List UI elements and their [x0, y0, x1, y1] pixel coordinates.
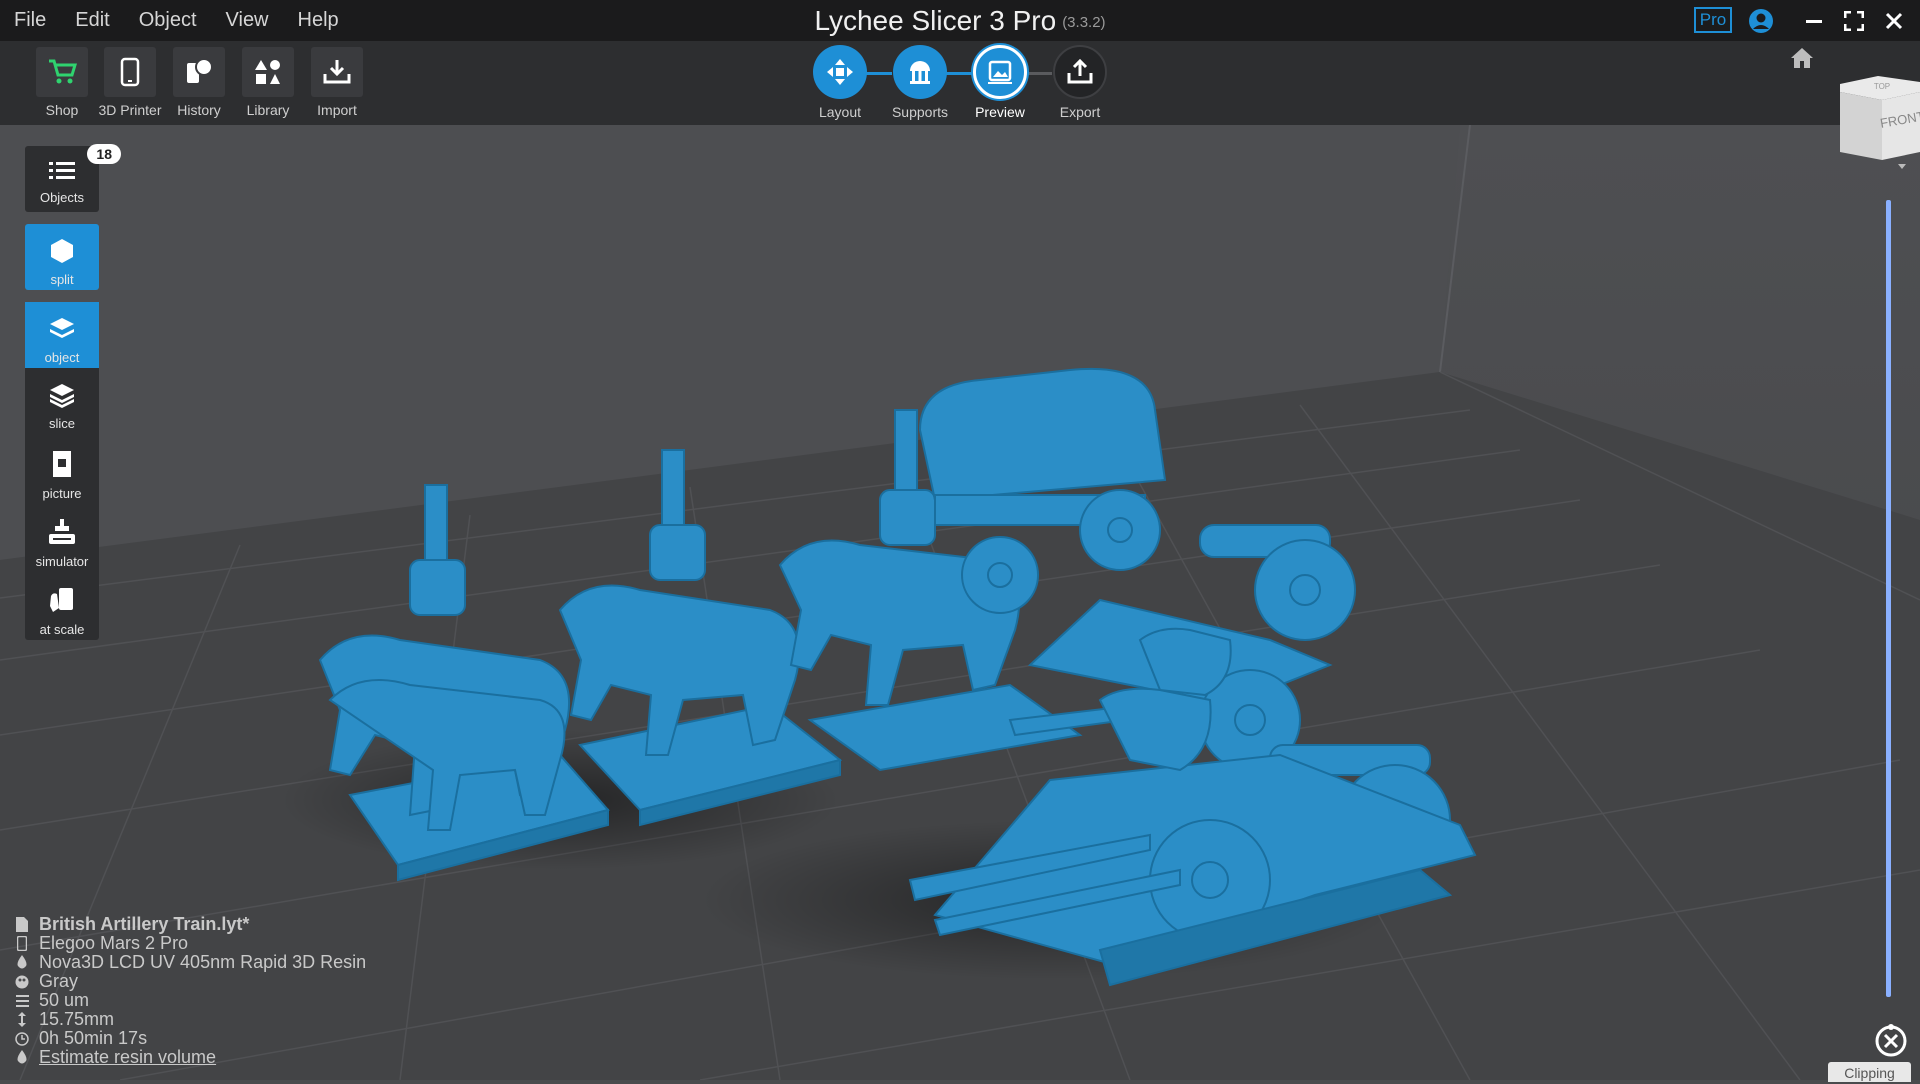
- layout-move-icon: [813, 45, 867, 99]
- menu-edit[interactable]: Edit: [75, 9, 109, 32]
- list-icon: [25, 160, 99, 187]
- step-supports-label: Supports: [891, 104, 949, 120]
- 3d-printer-label: 3D Printer: [98, 102, 162, 118]
- print-time: 0h 50min 17s: [39, 1028, 148, 1048]
- slice-label: slice: [48, 416, 75, 431]
- layers-icon: [25, 316, 99, 347]
- maximize-icon[interactable]: [1839, 6, 1869, 36]
- info-time-row: 0h 50min 17s: [14, 1028, 366, 1048]
- at-scale-label: at scale: [39, 622, 85, 637]
- objects-count-badge: 18: [87, 144, 121, 164]
- app-title-text: Lychee Slicer 3 Pro: [814, 4, 1057, 36]
- project-info-panel: British Artillery Train.lyt* Elegoo Mars…: [14, 914, 367, 1068]
- close-icon[interactable]: [1879, 6, 1909, 36]
- history-button[interactable]: History: [165, 47, 233, 118]
- split-label: split: [50, 272, 74, 287]
- clipping-toggle-icon[interactable]: [1874, 1024, 1908, 1063]
- info-file-row: British Artillery Train.lyt*: [14, 914, 366, 934]
- info-layer-row: 50 um: [14, 990, 366, 1010]
- supports-icon: [893, 45, 947, 99]
- left-sidebar: Objects 18 split object slice picture si…: [25, 144, 121, 640]
- clock-icon: [14, 1031, 30, 1046]
- object-view-button[interactable]: object: [25, 302, 99, 368]
- picture-view-button[interactable]: picture: [25, 436, 99, 504]
- step-preview-label: Preview: [975, 104, 1025, 120]
- printer-name: Elegoo Mars 2 Pro: [39, 933, 189, 953]
- file-name: British Artillery Train.lyt*: [39, 914, 250, 934]
- import-icon: [311, 47, 363, 97]
- step-preview[interactable]: Preview: [960, 45, 1040, 120]
- minimize-icon[interactable]: [1799, 6, 1829, 36]
- layers-icon: [25, 382, 99, 413]
- layer-height: 50 um: [39, 990, 90, 1010]
- app-version: (3.3.2): [1062, 14, 1106, 31]
- library-label: Library: [246, 102, 290, 118]
- simulator-button[interactable]: simulator: [25, 504, 99, 572]
- library-icon: [242, 47, 294, 97]
- hexagon-icon: [25, 238, 99, 269]
- split-button[interactable]: split: [25, 224, 99, 290]
- user-account-icon[interactable]: [1748, 8, 1774, 34]
- view-cube[interactable]: FRONT TOP: [1838, 72, 1920, 177]
- clipping-tab[interactable]: Clipping: [1828, 1062, 1911, 1082]
- drop-icon: [14, 955, 30, 970]
- menu-help[interactable]: Help: [298, 9, 339, 32]
- hand-phone-icon: [25, 586, 99, 619]
- picture-label: picture: [42, 486, 82, 501]
- pro-badge[interactable]: Pro: [1694, 7, 1732, 33]
- home-icon[interactable]: [1790, 47, 1814, 74]
- library-button[interactable]: Library: [234, 47, 302, 118]
- at-scale-button[interactable]: at scale: [25, 572, 99, 640]
- info-printer-row: Elegoo Mars 2 Pro: [14, 933, 366, 953]
- step-supports[interactable]: Supports: [880, 45, 960, 120]
- simulator-label: simulator: [35, 554, 89, 569]
- history-label: History: [177, 102, 221, 118]
- palette-icon: [14, 975, 30, 989]
- cart-icon: [36, 47, 88, 97]
- step-layout[interactable]: Layout: [800, 45, 880, 120]
- model-height: 15.75mm: [39, 1009, 115, 1029]
- objects-button[interactable]: Objects 18: [25, 144, 121, 212]
- 3d-printer-button[interactable]: 3D Printer: [96, 47, 164, 118]
- info-estimate-row: Estimate resin volume: [14, 1047, 366, 1068]
- import-button[interactable]: Import: [303, 47, 371, 118]
- object-label: object: [44, 350, 80, 365]
- info-resin-row: Nova3D LCD UV 405nm Rapid 3D Resin: [14, 952, 367, 972]
- step-export[interactable]: Export: [1040, 45, 1120, 120]
- preview-image-icon: [973, 45, 1027, 99]
- menu-object[interactable]: Object: [139, 9, 197, 32]
- import-label: Import: [317, 102, 357, 118]
- printer-icon: [25, 518, 99, 551]
- export-icon: [1053, 45, 1107, 99]
- height-arrows-icon: [14, 1012, 30, 1027]
- layer-slider[interactable]: [1886, 200, 1891, 997]
- menu-view[interactable]: View: [226, 9, 269, 32]
- printer-phone-icon: [14, 936, 30, 951]
- cube-top-text: TOP: [1874, 82, 1890, 91]
- menu-file[interactable]: File: [14, 9, 46, 32]
- step-layout-label: Layout: [818, 104, 862, 120]
- shop-label: Shop: [45, 102, 79, 118]
- drop-icon: [14, 1050, 30, 1065]
- main-toolbar: Shop 3D Printer History Library Import L…: [0, 41, 1920, 125]
- info-color-row: Gray: [14, 971, 366, 991]
- phone-icon: [104, 47, 156, 97]
- objects-label: Objects: [39, 190, 85, 205]
- estimate-resin-link[interactable]: Estimate resin volume: [39, 1047, 216, 1068]
- resin-name: Nova3D LCD UV 405nm Rapid 3D Resin: [39, 952, 367, 972]
- picture-icon: [25, 450, 99, 483]
- layer-height-icon: [14, 994, 30, 1007]
- file-icon: [14, 917, 30, 932]
- history-icon: [173, 47, 225, 97]
- resin-color: Gray: [39, 971, 79, 991]
- title-bar: File Edit Object View Help Lychee Slicer…: [0, 0, 1920, 41]
- shop-button[interactable]: Shop: [28, 47, 96, 118]
- slice-view-button[interactable]: slice: [25, 368, 99, 436]
- step-export-label: Export: [1059, 104, 1101, 120]
- menu-bar: File Edit Object View Help: [14, 0, 368, 41]
- info-height-row: 15.75mm: [14, 1009, 366, 1029]
